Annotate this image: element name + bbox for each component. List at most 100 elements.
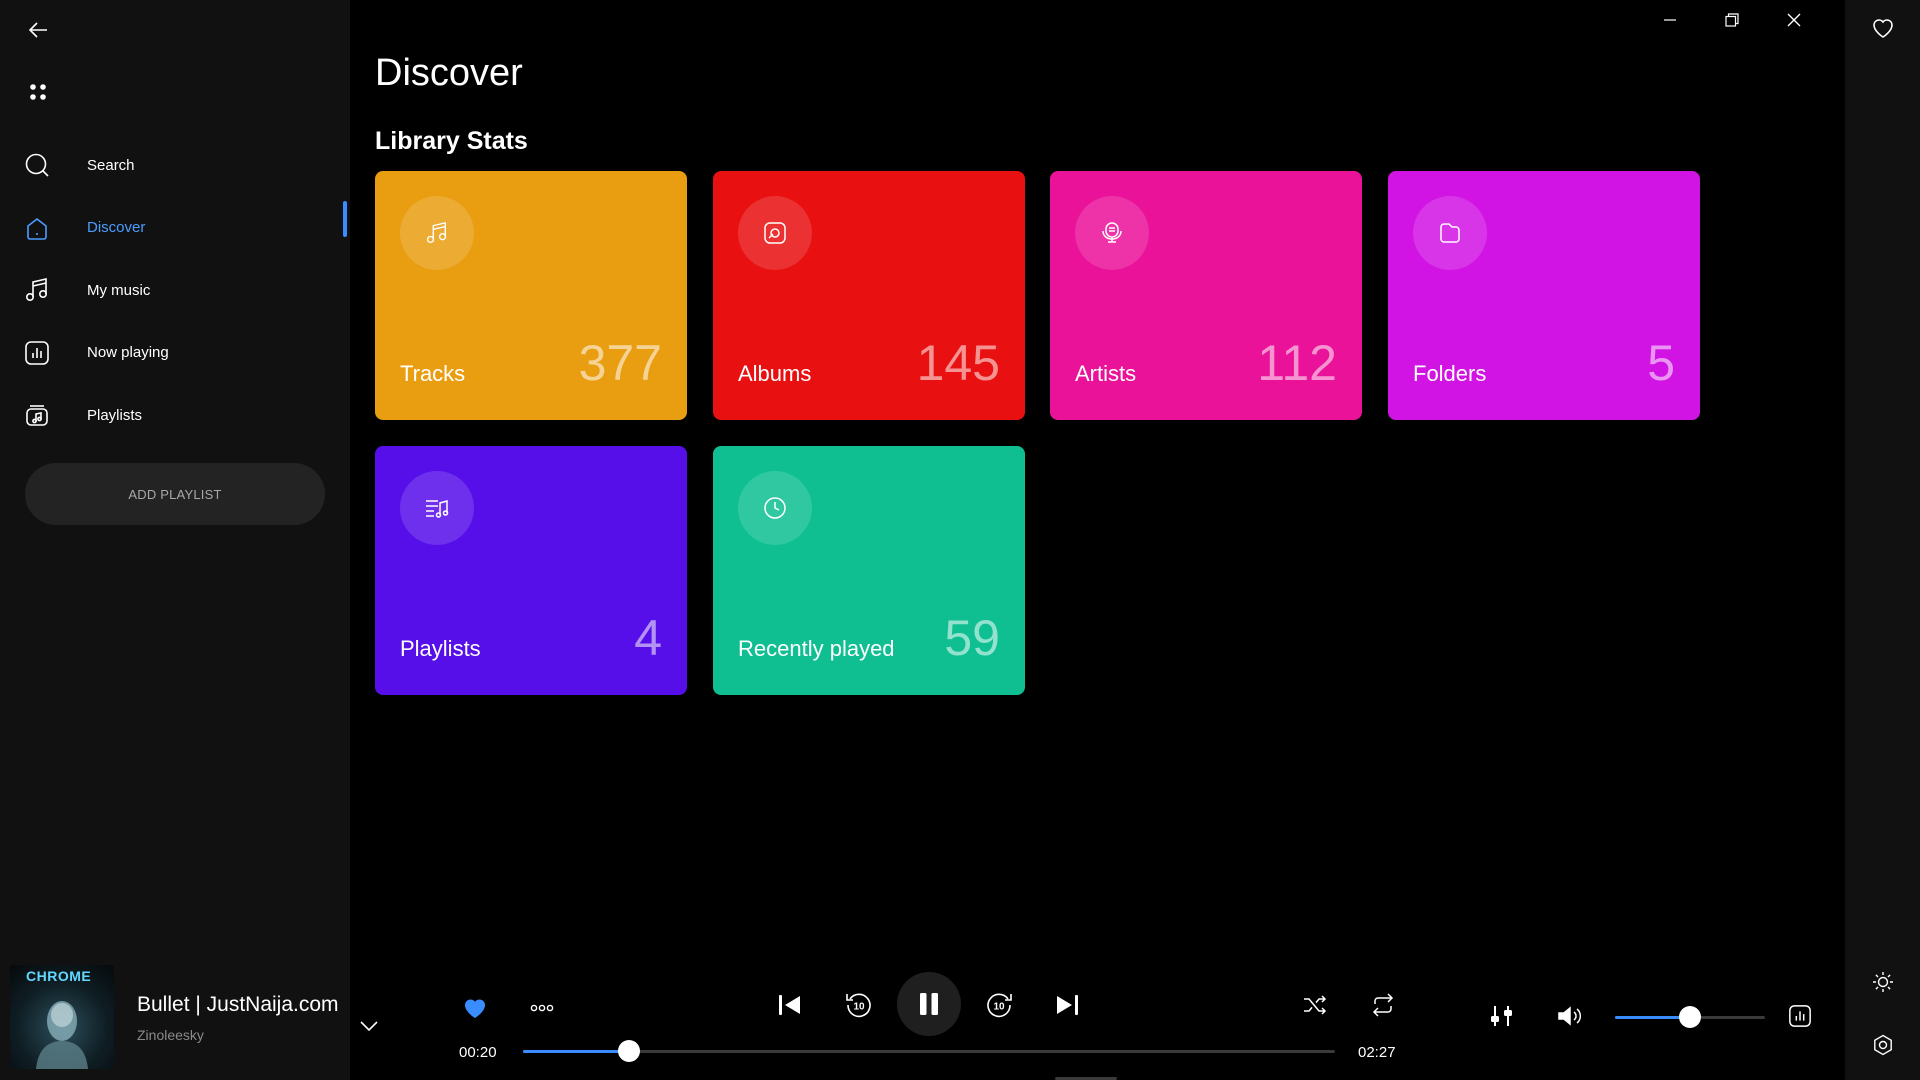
close-icon [1787, 13, 1801, 27]
album-art-figure [36, 1001, 88, 1069]
playlist-icon [23, 401, 51, 429]
tile-label: Tracks [400, 361, 466, 386]
tile-label: Albums [738, 361, 812, 386]
active-nav-indicator [343, 201, 347, 237]
volume-thumb[interactable] [1679, 1006, 1701, 1028]
volume-slider[interactable] [1615, 1006, 1765, 1028]
tile-label: Folders [1413, 361, 1487, 386]
add-playlist-button[interactable]: ADD PLAYLIST [25, 463, 325, 525]
progress-fill [523, 1050, 629, 1053]
back-arrow-icon [28, 22, 47, 38]
speaker-icon [1558, 1006, 1582, 1026]
back-button[interactable] [22, 14, 54, 46]
pause-icon [920, 993, 938, 1015]
sidebar-item-now-playing[interactable]: Now playing [0, 322, 350, 385]
settings-button[interactable] [1867, 1029, 1899, 1061]
playlist-icon [426, 500, 449, 518]
forward-10-icon: 10 [987, 993, 1012, 1018]
player-bar: CHROME Bullet | JustNaija.com Zinoleesky… [0, 953, 1845, 1080]
current-time: 00:20 [459, 1044, 497, 1061]
tile-albums[interactable]: Albums 145 [713, 171, 1025, 420]
album-art[interactable]: CHROME [10, 965, 114, 1069]
sidebar-item-label: Discover [87, 219, 146, 237]
like-button[interactable] [459, 992, 491, 1024]
sidebar-item-my-music[interactable]: My music [0, 259, 350, 322]
repeat-button[interactable] [1366, 988, 1400, 1022]
dots-grid-icon [30, 84, 46, 100]
restore-button[interactable] [1702, 6, 1762, 34]
volume-button[interactable] [1552, 999, 1588, 1033]
music-note-icon [426, 221, 447, 244]
heart-outline-icon [1873, 19, 1893, 38]
music-note-icon [23, 276, 51, 304]
tile-icon-circle [1413, 196, 1487, 270]
tile-count: 145 [916, 335, 1000, 391]
sidebar: Search Discover My music Now playing Pla… [0, 0, 350, 953]
skip-previous-icon [779, 995, 800, 1015]
progress-slider[interactable] [523, 1040, 1335, 1062]
total-time: 02:27 [1358, 1044, 1396, 1061]
rewind-10-icon: 10 [846, 993, 871, 1018]
tile-label: Recently played [738, 636, 895, 661]
sun-icon [1873, 972, 1893, 992]
menu-button[interactable] [22, 76, 54, 108]
progress-thumb[interactable] [617, 1040, 640, 1062]
tile-icon-circle [400, 196, 474, 270]
tile-label: Artists [1075, 361, 1137, 386]
tile-count: 377 [578, 335, 662, 391]
minimize-button[interactable] [1640, 6, 1700, 34]
tile-count: 112 [1257, 335, 1337, 391]
now-playing-view-button[interactable] [1782, 999, 1818, 1033]
more-options-button[interactable] [525, 992, 559, 1024]
section-title: Library Stats [375, 127, 528, 155]
sidebar-item-label: My music [87, 281, 151, 299]
forward-10-button[interactable]: 10 [981, 987, 1017, 1023]
tile-artists[interactable]: Artists 112 [1050, 171, 1362, 420]
close-button[interactable] [1764, 6, 1824, 34]
search-icon [23, 151, 51, 179]
album-icon [764, 222, 786, 244]
tile-folders[interactable]: Folders 5 [1388, 171, 1700, 420]
chevron-down-icon [360, 1021, 378, 1032]
svg-text:10: 10 [993, 1002, 1005, 1013]
sidebar-item-label: Now playing [87, 344, 169, 362]
page-title: Discover [375, 52, 523, 94]
pause-button[interactable] [897, 972, 961, 1036]
settings-icon [1874, 1034, 1892, 1056]
sidebar-item-label: Playlists [87, 406, 143, 424]
tile-playlists[interactable]: Playlists 4 [375, 446, 687, 695]
folder-icon [1440, 223, 1460, 243]
home-icon [23, 214, 51, 242]
tile-count: 59 [944, 610, 1000, 666]
now-playing-info: CHROME Bullet | JustNaija.com Zinoleesky [0, 953, 350, 1080]
tile-recently-played[interactable]: Recently played 59 [713, 446, 1025, 695]
tile-icon-circle [1075, 196, 1149, 270]
artist-icon [1102, 222, 1122, 243]
equalizer-sliders-icon [1491, 1006, 1512, 1026]
equalizer-icon [23, 339, 51, 367]
sidebar-item-playlists[interactable]: Playlists [0, 384, 350, 447]
sidebar-item-label: Search [87, 156, 135, 174]
tile-icon-circle [738, 471, 812, 545]
rewind-10-button[interactable]: 10 [841, 987, 877, 1023]
sidebar-item-search[interactable]: Search [0, 134, 350, 197]
equalizer-button[interactable] [1484, 999, 1520, 1033]
heart-filled-icon [464, 999, 486, 1018]
theme-button[interactable] [1867, 966, 1899, 998]
minimize-icon [1664, 19, 1676, 21]
repeat-icon [1372, 993, 1394, 1017]
tile-count: 5 [1647, 335, 1675, 391]
expand-player-button[interactable] [352, 1009, 386, 1043]
tile-tracks[interactable]: Tracks 377 [375, 171, 687, 420]
shuffle-button[interactable] [1298, 988, 1332, 1022]
track-title[interactable]: Bullet | JustNaija.com [137, 993, 339, 1017]
restore-icon [1725, 13, 1739, 27]
favorites-button[interactable] [1867, 12, 1899, 44]
next-button[interactable] [1050, 988, 1084, 1022]
track-artist[interactable]: Zinoleesky [137, 1027, 204, 1043]
sidebar-item-discover[interactable]: Discover [0, 197, 350, 260]
previous-button[interactable] [773, 988, 807, 1022]
svg-text:10: 10 [853, 1002, 865, 1013]
tile-icon-circle [738, 196, 812, 270]
sidebar-nav: Search Discover My music Now playing Pla… [0, 134, 350, 447]
